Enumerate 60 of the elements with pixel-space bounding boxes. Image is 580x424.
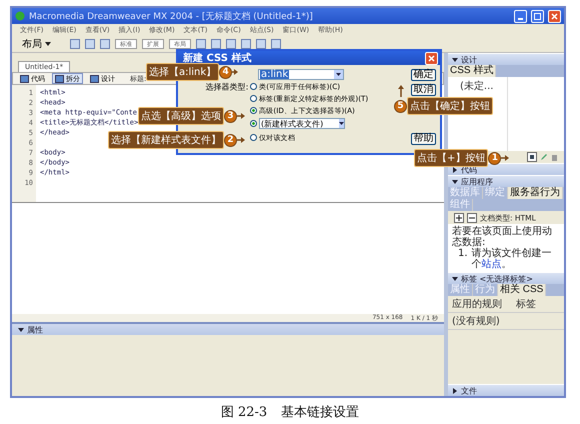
leader-arrow bbox=[232, 69, 238, 75]
caret-icon bbox=[45, 42, 51, 46]
callout-label: 选择【a:link】 bbox=[146, 63, 220, 81]
radio-button[interactable] bbox=[250, 134, 257, 141]
step-number: 1. bbox=[458, 248, 468, 261]
panel-tab[interactable]: 服务器行为 bbox=[508, 187, 563, 199]
panel-tab[interactable]: CSS 样式 bbox=[448, 65, 496, 77]
callout-label: 点击【+】按钮 bbox=[414, 149, 488, 167]
minimize-button[interactable] bbox=[514, 10, 527, 22]
app-logo-icon bbox=[15, 11, 25, 21]
radio-button[interactable] bbox=[250, 120, 257, 127]
leader-arrow bbox=[237, 113, 245, 119]
caret-icon[interactable] bbox=[452, 276, 458, 282]
close-button[interactable] bbox=[548, 10, 561, 22]
leader-arrow bbox=[501, 155, 510, 161]
stylesheet-dropdown[interactable]: (新建样式表文件) bbox=[259, 118, 345, 129]
column-header: 标签 bbox=[516, 298, 536, 311]
plus-icon bbox=[456, 214, 462, 220]
caret-icon[interactable] bbox=[18, 326, 24, 332]
name-dropdown[interactable]: a:link bbox=[258, 69, 344, 80]
maximize-button[interactable] bbox=[531, 10, 544, 22]
minus-icon bbox=[469, 214, 475, 220]
dialog-button[interactable]: 取消 bbox=[410, 84, 436, 96]
dialog-button[interactable]: 帮助 bbox=[410, 133, 436, 145]
figure-number: 图 22-3 bbox=[220, 404, 268, 421]
dialog-button[interactable]: 确定 bbox=[410, 69, 436, 81]
callout-label: 点选【高级】选项 bbox=[138, 107, 224, 125]
window-title: Macromedia Dreamweaver MX 2004 - [无标题文档 (Untitled-1*)] bbox=[29, 10, 314, 22]
panel-title: 标签 <无选择标签> bbox=[461, 274, 533, 284]
remove-button[interactable] bbox=[467, 212, 477, 222]
close-icon bbox=[428, 54, 435, 62]
new-style-button[interactable] bbox=[527, 152, 537, 162]
selector-type-label: 选择器类型: bbox=[204, 82, 250, 92]
category-dropdown[interactable]: 布局 bbox=[22, 37, 65, 51]
caret-icon[interactable] bbox=[336, 73, 341, 76]
dynamic-data-message: 若要在该页面上使用动态数据: bbox=[452, 226, 553, 248]
add-button[interactable] bbox=[454, 212, 464, 222]
maximize-icon bbox=[534, 12, 541, 20]
step-text: 请为该文件创建一个站点。 bbox=[472, 248, 553, 270]
close-icon bbox=[551, 12, 558, 20]
rules-empty-text: (没有规则) bbox=[452, 315, 500, 328]
site-link[interactable]: 站点 bbox=[482, 259, 502, 270]
column-header: 应用的规则 bbox=[452, 298, 502, 311]
callout-label: 选择【新建样式表文件】 bbox=[108, 131, 224, 149]
caret-icon[interactable] bbox=[338, 122, 344, 125]
panel-title: 文件 bbox=[461, 386, 477, 396]
panel-tab[interactable]: 相关 CSS bbox=[498, 284, 546, 296]
leader-arrow bbox=[398, 85, 404, 97]
caret-icon[interactable] bbox=[452, 388, 458, 394]
caret-icon[interactable] bbox=[452, 178, 458, 184]
square-icon bbox=[529, 154, 535, 160]
panel-title: 属性 bbox=[27, 324, 43, 336]
close-button[interactable] bbox=[425, 52, 438, 64]
caret-icon[interactable] bbox=[452, 56, 458, 62]
callout-label: 点击【确定】按钮 bbox=[407, 97, 493, 115]
dialog-title: 新建 CSS 样式 bbox=[183, 51, 252, 65]
figure-caption: 基本链接设置 bbox=[281, 404, 360, 421]
panel-title: 设计 bbox=[461, 54, 477, 64]
panel-title: 应用程序 bbox=[461, 176, 493, 186]
leader-arrow bbox=[237, 137, 245, 143]
